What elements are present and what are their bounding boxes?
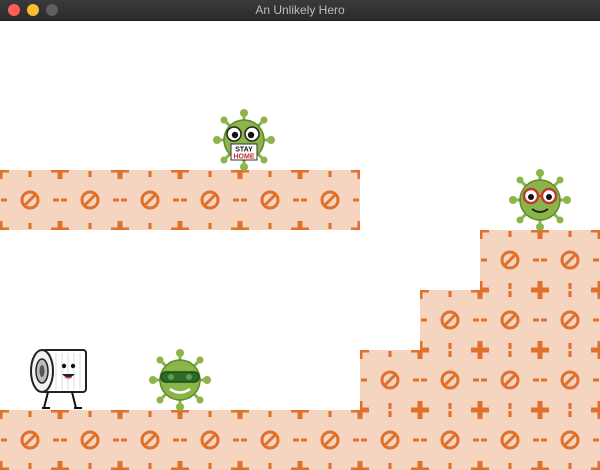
- stay-label: STAY: [235, 147, 253, 154]
- game-stage[interactable]: STAY HOME: [0, 20, 600, 470]
- no-entry-block: [360, 410, 420, 470]
- no-entry-block: [0, 410, 60, 470]
- no-entry-block: [540, 350, 600, 410]
- no-entry-block: [120, 410, 180, 470]
- no-entry-block: [240, 170, 300, 230]
- no-entry-block: [300, 410, 360, 470]
- no-entry-block: [300, 170, 360, 230]
- virus-stay-home-enemy: STAY HOME: [213, 109, 275, 171]
- no-entry-block: [420, 290, 480, 350]
- no-entry-block: [120, 170, 180, 230]
- game-window: An Unlikely Hero STAY HOME: [0, 0, 600, 470]
- no-entry-block: [540, 290, 600, 350]
- no-entry-block: [240, 410, 300, 470]
- no-entry-block: [180, 410, 240, 470]
- virus-glasses-enemy: [509, 169, 571, 231]
- no-entry-block: [60, 410, 120, 470]
- home-label: HOME: [234, 154, 255, 161]
- virus-sunglasses-enemy: [149, 349, 211, 411]
- no-entry-block: [180, 170, 240, 230]
- no-entry-block: [420, 350, 480, 410]
- no-entry-block: [540, 230, 600, 290]
- window-title: An Unlikely Hero: [255, 3, 345, 17]
- no-entry-block: [0, 170, 60, 230]
- no-entry-block: [480, 410, 540, 470]
- no-entry-block: [420, 410, 480, 470]
- no-entry-block: [480, 230, 540, 290]
- no-entry-block: [480, 290, 540, 350]
- no-entry-block: [540, 410, 600, 470]
- no-entry-block: [360, 350, 420, 410]
- no-entry-block: [480, 350, 540, 410]
- no-entry-block: [60, 170, 120, 230]
- toilet-paper-hero: [30, 349, 87, 409]
- title-bar: An Unlikely Hero: [0, 0, 600, 21]
